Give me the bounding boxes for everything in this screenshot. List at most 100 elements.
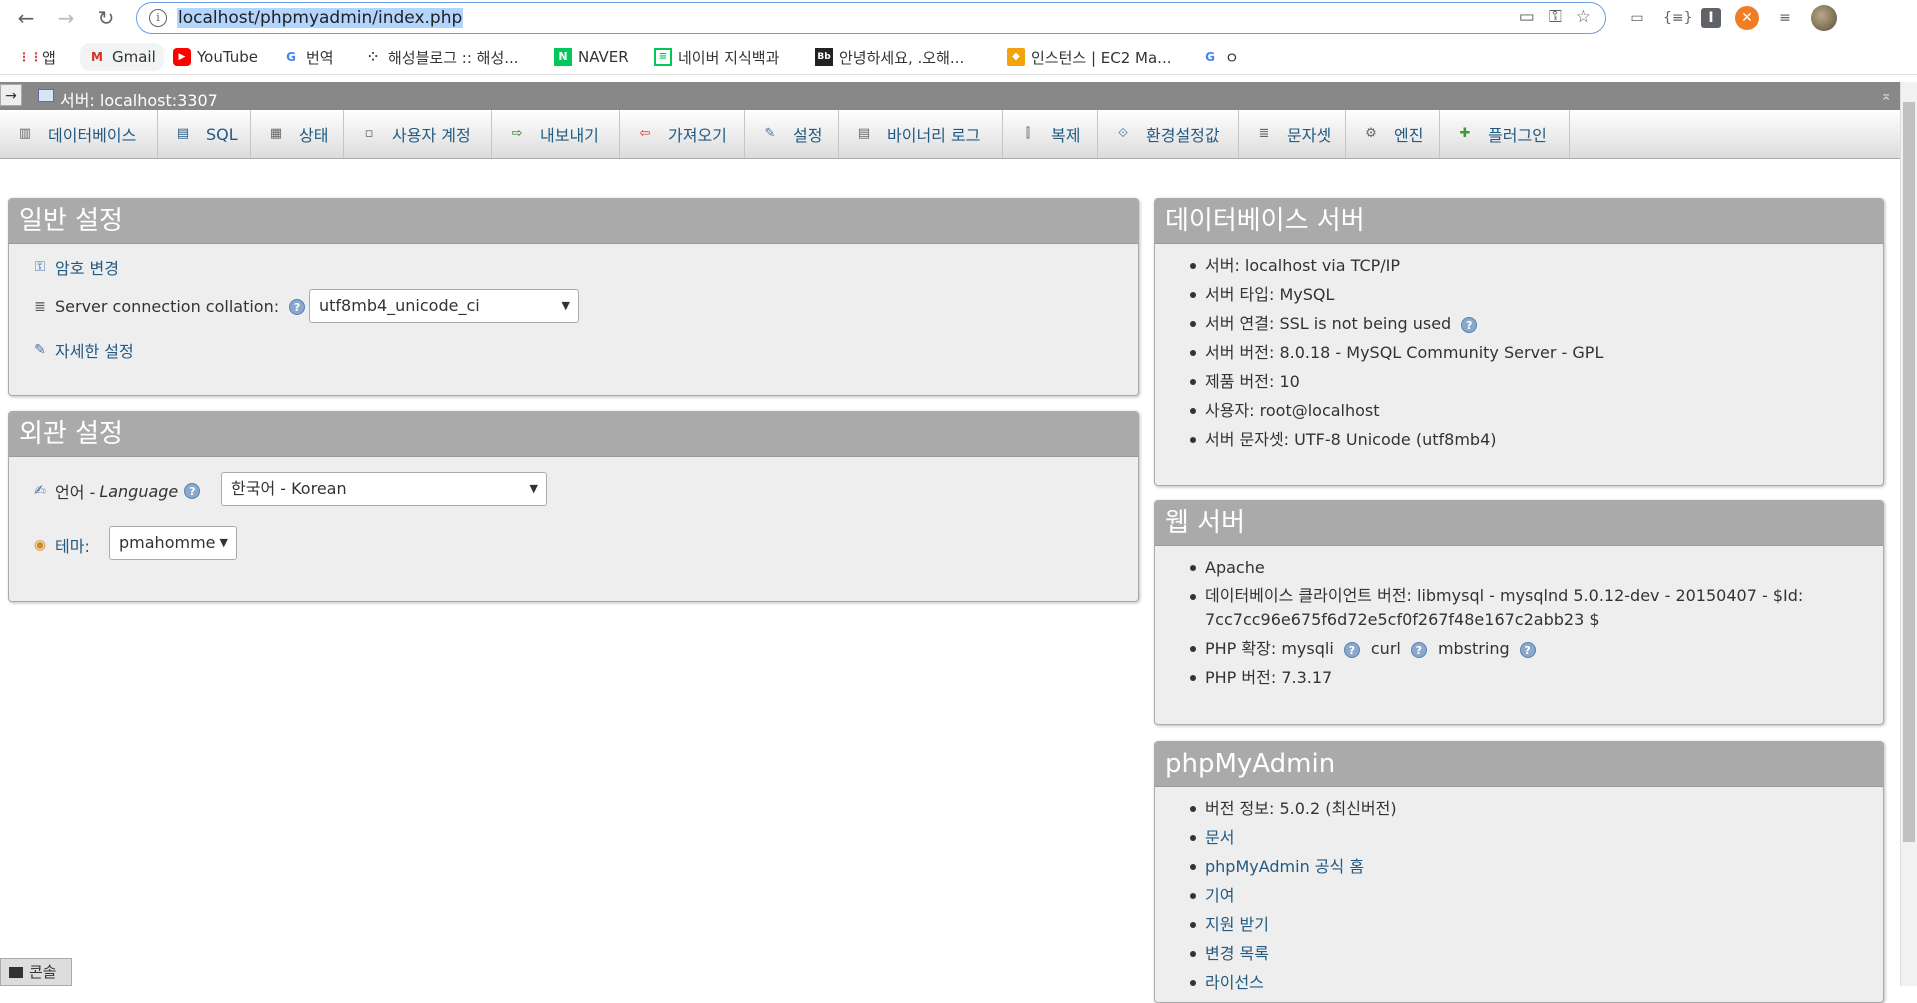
cast-icon[interactable]: ▭ <box>1519 7 1535 27</box>
bookmark-star-icon[interactable]: ☆ <box>1576 7 1591 27</box>
dropdown-caret-icon: ▼ <box>561 299 570 312</box>
profile-avatar[interactable] <box>1811 5 1837 31</box>
list-item: Apache <box>1189 553 1803 582</box>
list-item: PHP 버전: 7.3.17 <box>1189 663 1803 692</box>
server-breadcrumb-bar: → 서버: localhost:3307 ⌅ <box>0 82 1900 110</box>
collation-icon: ≣ <box>34 298 46 315</box>
tab-settings[interactable]: ✎ 설정 <box>745 110 839 158</box>
version-info-item: 버전 정보: 5.0.2 (최신버전) <box>1190 794 1397 823</box>
language-icon: ✍ <box>34 483 46 499</box>
help-icon[interactable]: ? <box>289 298 306 315</box>
tab-variables[interactable]: ⟐ 환경설정값 <box>1098 110 1239 158</box>
more-settings-row: ✎ 자세한 설정 <box>31 338 134 362</box>
tab-charsets[interactable]: ≣ 문자셋 <box>1239 110 1346 158</box>
key-icon[interactable]: ⚿ <box>1549 7 1562 27</box>
wrench-icon: ✎ <box>34 342 46 358</box>
bookmark-naver-dict[interactable]: ≡ 네이버 지식백과 <box>654 46 779 68</box>
database-server-list: 서버: localhost via TCP/IP 서버 타입: MySQL 서버… <box>1189 251 1603 454</box>
collapse-icon[interactable]: ⌅ <box>1880 88 1892 104</box>
general-settings-panel: 일반 설정 ⚿ 암호 변경 ≣ Server connection collat… <box>8 198 1139 396</box>
tab-plugins[interactable]: ✚ 플러그인 <box>1440 110 1570 158</box>
list-item: 제품 버전: 10 <box>1189 367 1603 396</box>
extension-json-icon[interactable]: {≡} <box>1663 6 1693 30</box>
database-server-title: 데이터베이스 서버 <box>1155 199 1883 244</box>
list-item: PHP 확장: mysqli? curl? mbstring? <box>1189 634 1803 663</box>
address-bar[interactable]: i localhost/phpmyadmin/index.php ▭ ⚿ ☆ <box>136 2 1606 34</box>
navigation-toggle-icon[interactable]: → <box>0 84 22 106</box>
main-menu-tabs: ▥ 데이터베이스 ▤ SQL ▦ 상태 ▫ 사용자 계정 ⇨ 내보내기 ⇦ 가져오기 ✎ 설정… <box>0 110 1900 159</box>
status-icon: ▦ <box>269 126 283 141</box>
theme-row: ◉ 테마: <box>31 533 90 557</box>
help-icon[interactable]: ? <box>1410 642 1427 658</box>
tab-import[interactable]: ⇦ 가져오기 <box>620 110 745 158</box>
palette-icon: ◉ <box>33 537 47 553</box>
tab-replication[interactable]: ⫿ 복제 <box>1003 110 1098 158</box>
help-icon[interactable]: ? <box>1519 642 1536 658</box>
change-password-link[interactable]: 암호 변경 <box>55 255 119 279</box>
help-icon[interactable]: ? <box>1461 317 1478 333</box>
extension-orange-icon[interactable]: ✕ <box>1735 6 1759 30</box>
phpmyadmin-list: 버전 정보: 5.0.2 (최신버전) 문서 phpMyAdmin 공식 홈 기… <box>1190 794 1397 997</box>
bookmark-aws[interactable]: ◆ 인스턴스 | EC2 Ma... <box>1007 46 1172 68</box>
official-homepage-link[interactable]: phpMyAdmin 공식 홈 <box>1190 852 1397 881</box>
theme-select[interactable]: pmahomme ▼ <box>109 526 237 560</box>
changelog-link[interactable]: 변경 목록 <box>1190 939 1397 968</box>
tab-sql[interactable]: ▤ SQL <box>158 110 251 158</box>
url-text[interactable]: localhost/phpmyadmin/index.php <box>177 8 464 28</box>
database-server-panel: 데이터베이스 서버 서버: localhost via TCP/IP 서버 타입… <box>1154 198 1884 486</box>
tab-export[interactable]: ⇨ 내보내기 <box>492 110 620 158</box>
list-item: 사용자: root@localhost <box>1189 396 1603 425</box>
tab-databases[interactable]: ▥ 데이터베이스 <box>0 110 158 158</box>
documentation-link[interactable]: 문서 <box>1190 823 1397 852</box>
license-link[interactable]: 라이선스 <box>1190 968 1397 997</box>
contribute-link[interactable]: 기여 <box>1190 881 1397 910</box>
collation-select[interactable]: utf8mb4_unicode_ci ▼ <box>309 289 579 323</box>
list-item: 서버 연결: SSL is not being used? <box>1189 309 1603 338</box>
bookmark-youtube[interactable]: ▶ YouTube <box>173 46 258 68</box>
plugin-icon: ✚ <box>1459 126 1471 141</box>
back-arrow-icon[interactable]: ← <box>12 4 40 32</box>
language-select[interactable]: 한국어 - Korean ▼ <box>221 472 547 506</box>
help-icon[interactable]: ? <box>184 483 201 499</box>
console-toggle[interactable]: 콘솔 <box>0 958 72 986</box>
wrench-icon: ✎ <box>764 126 776 141</box>
extension-info-icon[interactable]: I <box>1701 8 1721 28</box>
appearance-settings-panel: 외관 설정 ✍ 언어 - Language ? 한국어 - Korean ▼ ◉… <box>8 411 1139 602</box>
gmail-icon: M <box>91 50 103 64</box>
bookmark-translate[interactable]: G 번역 <box>282 46 334 68</box>
more-settings-link[interactable]: 자세한 설정 <box>55 338 134 362</box>
naver-icon: N <box>554 48 572 66</box>
bookmark-naver[interactable]: N NAVER <box>554 46 629 68</box>
server-title[interactable]: 서버: localhost:3307 <box>60 87 218 111</box>
blackboard-icon: Bb <box>815 48 833 66</box>
bookmark-blog[interactable]: ⁘ 해성블로그 :: 해성... <box>364 46 519 68</box>
bookmark-apps[interactable]: ⋮⋮ 앱 <box>18 46 56 68</box>
page-scrollbar[interactable] <box>1900 82 1917 986</box>
media-queue-icon[interactable]: ≡ <box>1773 6 1797 30</box>
bookmark-blackboard[interactable]: Bb 안녕하세요, .오해... <box>815 46 964 68</box>
tab-engines[interactable]: ⚙ 엔진 <box>1346 110 1440 158</box>
reload-icon[interactable]: ↻ <box>92 4 120 32</box>
dropdown-caret-icon: ▼ <box>529 482 538 495</box>
engine-icon: ⚙ <box>1365 126 1377 141</box>
scrollbar-thumb[interactable] <box>1903 102 1915 842</box>
variables-icon: ⟐ <box>1117 126 1129 141</box>
server-icon <box>38 89 54 102</box>
collation-row: ≣ Server connection collation: ? <box>31 297 306 316</box>
web-server-panel: 웹 서버 Apache 데이터베이스 클라이언트 버전: libmysql - … <box>1154 500 1884 725</box>
site-info-icon[interactable]: i <box>149 9 167 27</box>
phpmyadmin-panel: phpMyAdmin 버전 정보: 5.0.2 (최신버전) 문서 phpMyA… <box>1154 741 1884 1003</box>
extension-screen-icon[interactable]: ▭ <box>1625 6 1649 30</box>
binary-log-icon: ▤ <box>857 126 871 141</box>
help-icon[interactable]: ? <box>1343 642 1360 658</box>
tab-binary-log[interactable]: ▤ 바이너리 로그 <box>839 110 1003 158</box>
theme-label[interactable]: 테마: <box>55 533 90 557</box>
get-support-link[interactable]: 지원 받기 <box>1190 910 1397 939</box>
database-icon: ▥ <box>18 126 32 141</box>
forward-arrow-icon[interactable]: → <box>52 4 80 32</box>
bookmark-google[interactable]: G ㅇ <box>1201 46 1239 68</box>
tab-user-accounts[interactable]: ▫ 사용자 계정 <box>344 110 492 158</box>
language-row: ✍ 언어 - Language ? <box>31 479 201 503</box>
bookmark-gmail[interactable]: M Gmail <box>80 43 164 71</box>
tab-status[interactable]: ▦ 상태 <box>251 110 344 158</box>
